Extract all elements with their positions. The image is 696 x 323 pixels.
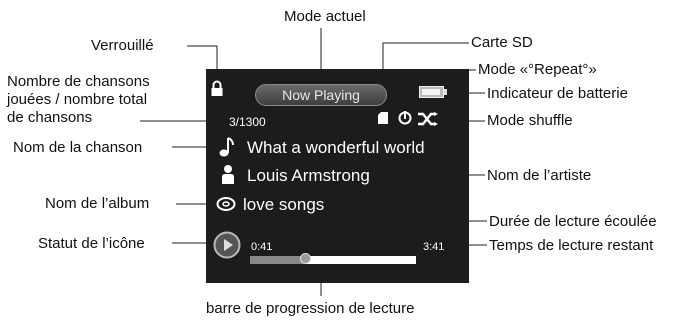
label-indicateur-batterie: Indicateur de batterie <box>487 85 628 102</box>
artist-name: Louis Armstrong <box>247 166 370 185</box>
lock-icon <box>211 80 223 96</box>
label-mode-shuffle: Mode shuffle <box>487 112 573 129</box>
remaining-time: 3:41 <box>423 241 445 253</box>
song-title: What a wonderful world <box>247 138 425 157</box>
label-nombre-chansons-1: Nombre de chansons <box>7 73 150 90</box>
elapsed-time: 0:41 <box>251 241 273 253</box>
label-nombre-chansons-2: jouées / nombre total <box>7 91 148 108</box>
battery-icon <box>419 86 447 98</box>
now-playing-text: Now Playing <box>282 87 360 103</box>
label-mode-actuel: Mode actuel <box>284 8 366 25</box>
repeat-icon <box>398 111 412 125</box>
track-count: 3/1300 <box>229 115 266 129</box>
label-carte-sd: Carte SD <box>471 34 533 51</box>
label-mode-repeat: Mode «°Repeat°» <box>478 61 597 78</box>
label-nom-artiste: Nom de l’artiste <box>487 167 592 184</box>
progress-bar <box>250 256 416 264</box>
shuffle-icon <box>418 112 438 126</box>
progress-knob <box>299 253 311 264</box>
person-icon <box>222 165 234 184</box>
label-verrouille: Verrouillé <box>91 37 154 54</box>
sd-card-icon <box>378 112 388 124</box>
label-barre-progression: barre de progression de lecture <box>206 300 415 317</box>
label-statut-icone: Statut de l’icône <box>38 235 145 252</box>
play-icon <box>213 231 241 259</box>
music-note-icon <box>219 137 234 157</box>
label-nom-chanson: Nom de la chanson <box>13 139 143 156</box>
disc-icon <box>216 197 236 211</box>
label-temps-restant: Temps de lecture restant <box>489 237 654 254</box>
label-nom-album: Nom de l’album <box>45 195 150 212</box>
label-nombre-chansons-3: de chansons <box>7 109 93 126</box>
album-name: love songs <box>243 195 325 214</box>
label-duree-ecoulee: Durée de lecture écoulée <box>489 213 657 230</box>
progress-fill <box>250 256 305 264</box>
